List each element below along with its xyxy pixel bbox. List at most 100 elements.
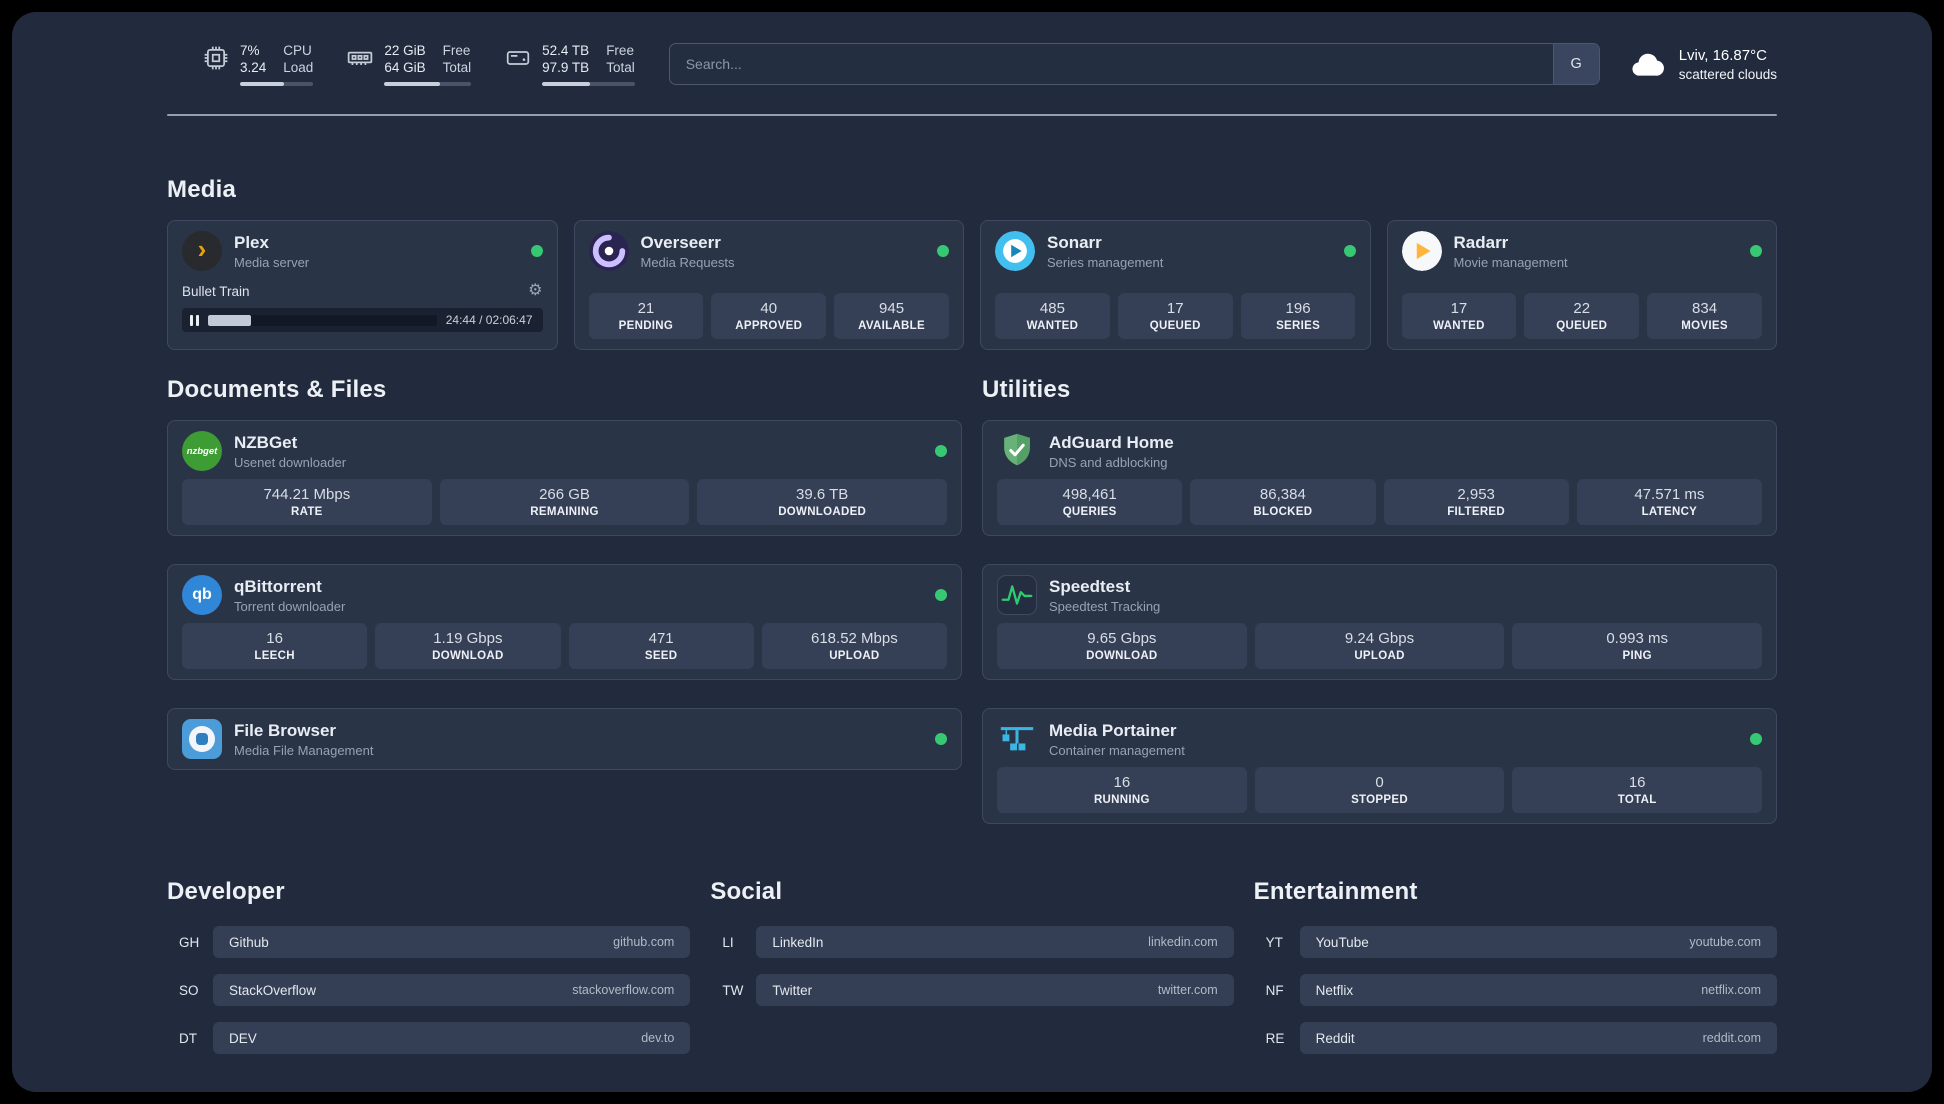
app-card-adguard[interactable]: AdGuard Home DNS and adblocking 498,461 … <box>982 420 1777 536</box>
stat-tile: 2,953 FILTERED <box>1383 479 1569 525</box>
topbar-divider <box>167 114 1777 116</box>
filebrowser-icon <box>182 719 222 759</box>
app-card-nzbget[interactable]: nzbget NZBGet Usenet downloader 744.21 M… <box>167 420 962 536</box>
app-name: Overseerr <box>640 232 721 252</box>
app-card-speedtest[interactable]: Speedtest Speedtest Tracking 9.65 Gbps D… <box>982 564 1777 680</box>
bookmark-abbr: YT <box>1265 934 1283 950</box>
disk-stat: 52.4 TB 97.9 TB Free Total <box>505 42 635 86</box>
app-card-plex[interactable]: › Plex Media server Bullet Train ⚙ 24:44… <box>167 220 558 350</box>
ram-total: 64 GiB <box>384 60 426 75</box>
app-desc: Series management <box>1047 254 1164 270</box>
bookmark-youtube[interactable]: YouTube youtube.com <box>1299 926 1777 958</box>
bookmark-abbr: NF <box>1265 982 1284 998</box>
stat-tile: 498,461 QUERIES <box>997 479 1183 525</box>
developer-heading: Developer <box>167 878 285 905</box>
app-card-qbittorrent[interactable]: qb qBittorrent Torrent downloader 16 LEE… <box>167 564 962 680</box>
bookmark-github[interactable]: Github github.com <box>213 926 691 958</box>
search-input[interactable] <box>669 44 1553 84</box>
bookmark-row: DT DEV dev.to <box>167 1022 691 1054</box>
stat-tile: 40 APPROVED <box>711 293 827 339</box>
status-dot <box>1343 245 1356 257</box>
bookmark-abbr: RE <box>1265 1030 1285 1046</box>
stat-tile: 17 WANTED <box>1401 293 1517 339</box>
stat-tile: 9.65 Gbps DOWNLOAD <box>997 623 1247 669</box>
bookmark-twitter[interactable]: Twitter twitter.com <box>756 974 1234 1006</box>
app-desc: Torrent downloader <box>234 598 346 614</box>
app-card-overseerr[interactable]: Overseerr Media Requests 21 PENDING 40 A… <box>573 220 964 350</box>
speedtest-icon <box>997 575 1037 615</box>
stat-tile: 22 QUEUED <box>1524 293 1640 339</box>
bookmark-row: GH Github github.com <box>167 926 691 958</box>
stat-tile: 618.52 Mbps UPLOAD <box>761 623 947 669</box>
sonarr-icon <box>995 231 1035 271</box>
status-dot <box>1750 733 1762 745</box>
disk-usage-bar <box>542 82 635 86</box>
app-name: Plex <box>234 232 269 252</box>
stat-tile: 16 RUNNING <box>997 767 1247 813</box>
app-desc: Media server <box>234 254 310 270</box>
bookmark-stackoverflow[interactable]: StackOverflow stackoverflow.com <box>213 974 691 1006</box>
cloud-icon <box>1632 53 1664 76</box>
app-card-radarr[interactable]: Radarr Movie management 17 WANTED 22 QUE… <box>1386 220 1777 350</box>
bookmark-dev[interactable]: DEV dev.to <box>213 1022 691 1054</box>
utilities-heading: Utilities <box>982 376 1071 403</box>
app-card-sonarr[interactable]: Sonarr Series management 485 WANTED 17 Q… <box>980 220 1371 350</box>
disk-free: 52.4 TB <box>542 43 590 58</box>
bookmark-linkedin[interactable]: LinkedIn linkedin.com <box>756 926 1234 958</box>
ram-usage-bar <box>384 82 472 86</box>
ram-values: 22 GiB 64 GiB <box>384 42 425 76</box>
stat-tile: 1.19 Gbps DOWNLOAD <box>375 623 561 669</box>
app-desc: Container management <box>1049 742 1185 758</box>
dashboard-page: 7% 3.24 CPU Load 22 GiB 64 GiB Free Tota… <box>12 12 1932 1092</box>
app-card-filebrowser[interactable]: File Browser Media File Management <box>167 708 962 770</box>
seek-track[interactable] <box>208 314 437 326</box>
overseerr-icon <box>588 231 629 271</box>
bookmark-row: NF Netflix netflix.com <box>1254 974 1777 1006</box>
app-desc: DNS and adblocking <box>1049 454 1168 470</box>
section-media: Media › Plex Media server Bullet Train ⚙ <box>167 176 1777 350</box>
status-dot <box>530 245 543 257</box>
bookmark-netflix[interactable]: Netflix netflix.com <box>1299 974 1777 1006</box>
stat-tile: 47.571 ms LATENCY <box>1576 479 1762 525</box>
bookmark-row: LI LinkedIn linkedin.com <box>710 926 1234 958</box>
weather-location: Lviv, 16.87°C <box>1678 46 1767 64</box>
adguard-icon <box>997 431 1037 471</box>
ram-icon <box>348 51 373 66</box>
stat-tile: 0.993 ms PING <box>1512 623 1763 669</box>
status-dot <box>937 245 949 257</box>
bookmark-abbr: LI <box>722 934 734 950</box>
stat-tile: 21 PENDING <box>588 293 704 339</box>
section-entertainment: Entertainment YT YouTube youtube.com NF … <box>1254 878 1777 1070</box>
section-documents: Documents & Files nzbget NZBGet Usenet d… <box>167 376 962 824</box>
status-dot <box>1750 245 1762 257</box>
app-desc: Media Requests <box>640 254 735 270</box>
disk-total: 97.9 TB <box>542 60 590 75</box>
stat-tile: 39.6 TB DOWNLOADED <box>697 479 948 525</box>
ram-stat: 22 GiB 64 GiB Free Total <box>347 42 472 86</box>
stat-tile: 266 GB REMAINING <box>439 479 690 525</box>
stat-tile: 485 WANTED <box>995 293 1110 339</box>
bookmark-abbr: DT <box>179 1030 197 1046</box>
section-developer: Developer GH Github github.com SO StackO… <box>167 878 691 1070</box>
app-desc: Media File Management <box>234 742 374 758</box>
search-engine-button[interactable]: G <box>1552 44 1599 84</box>
disk-values: 52.4 TB 97.9 TB <box>542 42 589 76</box>
entertainment-heading: Entertainment <box>1253 878 1418 905</box>
weather-condition: scattered clouds <box>1678 66 1777 82</box>
pause-icon[interactable] <box>190 314 199 326</box>
nzbget-icon: nzbget <box>182 431 222 471</box>
stat-tile: 16 TOTAL <box>1512 767 1763 813</box>
gear-icon[interactable]: ⚙ <box>528 283 542 299</box>
now-playing-title: Bullet Train <box>182 283 250 299</box>
search-bar: G <box>668 43 1600 85</box>
stat-tile: 471 SEED <box>568 623 754 669</box>
bookmark-row: RE Reddit reddit.com <box>1254 1022 1777 1054</box>
bookmark-reddit[interactable]: Reddit reddit.com <box>1299 1022 1777 1054</box>
seek-fill <box>208 314 252 326</box>
playback-time: 24:44 / 02:06:47 <box>445 313 533 327</box>
app-name: Sonarr <box>1047 232 1102 252</box>
app-desc: Usenet downloader <box>234 454 347 470</box>
qbittorrent-icon: qb <box>182 575 222 615</box>
cpu-icon <box>204 46 228 70</box>
app-card-portainer[interactable]: Media Portainer Container management 16 … <box>982 708 1777 824</box>
